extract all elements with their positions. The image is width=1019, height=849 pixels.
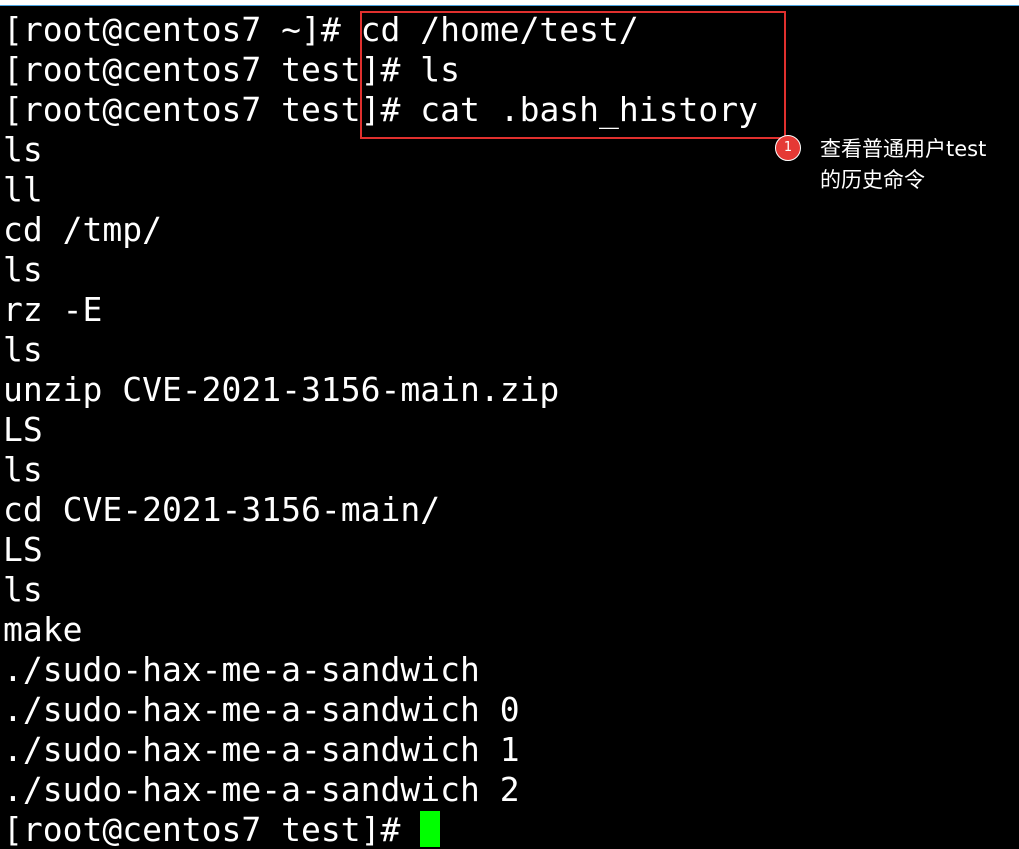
terminal-cursor[interactable]	[420, 811, 441, 847]
history-line: ls	[3, 330, 43, 369]
window-top-border	[0, 5, 1019, 6]
history-line: ls	[3, 250, 43, 289]
history-line: cd /tmp/	[3, 210, 162, 249]
history-line: cd CVE-2021-3156-main/	[3, 490, 441, 529]
shell-prompt: [root@centos7 test]#	[3, 90, 421, 129]
history-line: LS	[3, 410, 43, 449]
history-line: rz -E	[3, 290, 103, 329]
shell-prompt: [root@centos7 test]#	[3, 810, 421, 849]
shell-prompt: [root@centos7 ~]#	[3, 10, 361, 49]
history-line: ./sudo-hax-me-a-sandwich	[3, 650, 480, 689]
history-line: ./sudo-hax-me-a-sandwich 1	[3, 730, 520, 769]
terminal-current-line[interactable]: [root@centos7 test]#	[3, 810, 1013, 849]
history-line: make	[3, 610, 83, 649]
annotation-text-line: 查看普通用户test	[820, 137, 987, 161]
shell-prompt: [root@centos7 test]#	[3, 50, 421, 89]
terminal-screenshot: [root@centos7 ~]# cd /home/test/ [root@c…	[0, 0, 1019, 849]
annotation-text: 查看普通用户test 的历史命令	[820, 134, 1015, 196]
command-highlight-box	[360, 11, 786, 139]
history-line: LS	[3, 530, 43, 569]
history-line: ./sudo-hax-me-a-sandwich 2	[3, 770, 520, 809]
annotation-text-line: 的历史命令	[820, 168, 925, 192]
annotation-badge: 1	[775, 135, 801, 161]
history-line: unzip CVE-2021-3156-main.zip	[3, 370, 560, 409]
history-line: ls	[3, 570, 43, 609]
history-line: ls	[3, 450, 43, 489]
history-line: ./sudo-hax-me-a-sandwich 0	[3, 690, 520, 729]
